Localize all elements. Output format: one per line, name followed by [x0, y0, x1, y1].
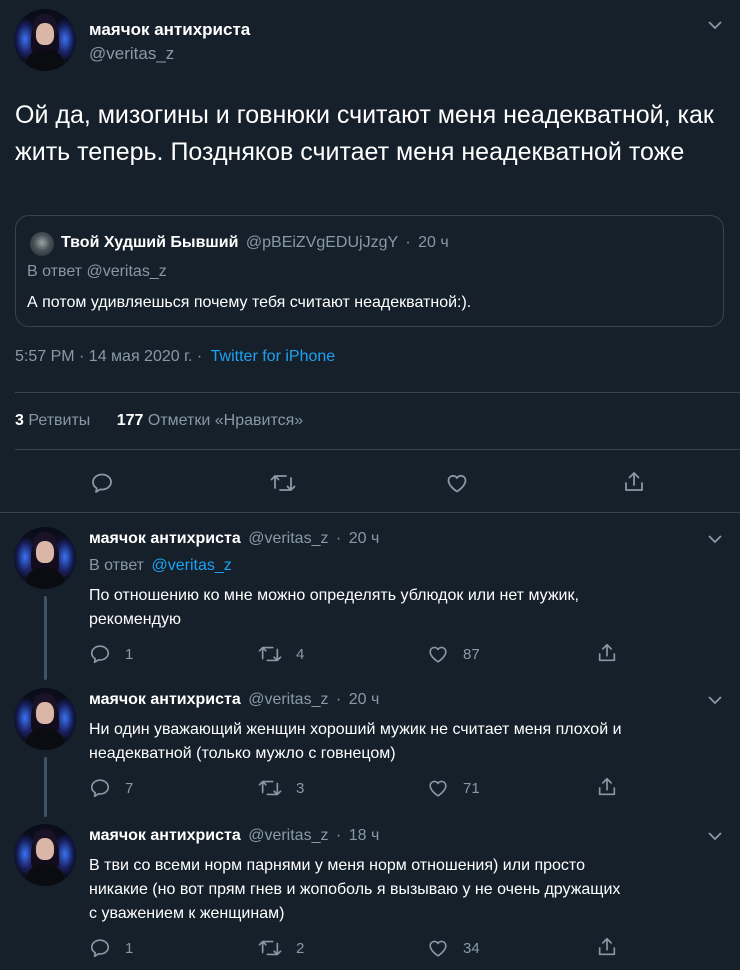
share-icon	[598, 777, 616, 796]
tweet-time[interactable]: 18 ч	[349, 827, 380, 844]
quoted-author-handle: @pBEiZVgEDUjJzgY	[245, 234, 398, 251]
divider	[15, 449, 740, 450]
quoted-text: А потом удивляешься почему тебя считают …	[27, 294, 472, 311]
author-name[interactable]: маячок антихриста	[89, 827, 241, 844]
retweet-count: 3	[296, 779, 305, 797]
like-icon	[429, 646, 447, 663]
reply-icon	[90, 779, 110, 798]
reply-icon	[90, 645, 110, 664]
chevron-down-icon[interactable]	[708, 20, 722, 30]
retweet-button[interactable]: 4	[258, 643, 304, 665]
avatar[interactable]	[14, 688, 76, 750]
quoted-reply-label: В ответ @veritas_z	[27, 263, 167, 280]
reply-count: 1	[125, 939, 134, 957]
like-icon	[429, 780, 447, 797]
reply-to-link[interactable]: @veritas_z	[151, 557, 231, 574]
retweet-icon	[258, 646, 282, 662]
reply-icon	[92, 473, 112, 493]
reply-icon	[90, 939, 110, 958]
tweet-time[interactable]: 20 ч	[349, 691, 380, 708]
separator: ·	[335, 530, 342, 547]
author-name[interactable]: маячок антихриста	[89, 530, 241, 547]
share-icon	[625, 472, 643, 491]
retweets-stat[interactable]: 3 Ретвиты	[15, 412, 95, 429]
tweet-text: Ни один уважающий женщин хороший мужик н…	[89, 718, 729, 766]
retweet-button[interactable]	[270, 471, 296, 495]
author-handle[interactable]: @veritas_z	[248, 691, 328, 708]
tweet-text-line: рекомендую	[89, 611, 181, 628]
reply-button[interactable]: 1	[89, 643, 133, 665]
likes-stat[interactable]: 177 Отметки «Нравится»	[117, 412, 303, 429]
retweet-button[interactable]: 3	[258, 777, 304, 799]
tweet-text: В тви со всеми норм парнями у меня норм …	[89, 854, 734, 926]
like-count: 34	[463, 939, 480, 957]
reply-count: 7	[125, 779, 134, 797]
retweets-label: Ретвиты	[28, 412, 91, 429]
share-icon	[598, 937, 616, 956]
retweet-button[interactable]: 2	[258, 937, 304, 959]
author-name[interactable]: маячок антихриста	[89, 20, 250, 40]
reply-prefix: В ответ	[89, 557, 145, 574]
tweet-time[interactable]: 20 ч	[349, 530, 380, 547]
quoted-author-name: Твой Худший Бывший	[61, 234, 239, 251]
like-count: 71	[463, 779, 480, 797]
like-button[interactable]: 71	[427, 777, 480, 799]
author-handle[interactable]: @veritas_z	[248, 827, 328, 844]
tweet-text-line: никакие (но вот прям гнев и жопоболь я в…	[89, 881, 621, 898]
reply-button[interactable]: 1	[89, 937, 133, 959]
chevron-down-icon[interactable]	[708, 695, 722, 705]
share-button[interactable]	[596, 642, 618, 664]
thread-line	[44, 596, 47, 680]
author-name[interactable]: маячок антихриста	[89, 691, 241, 708]
retweets-count: 3	[15, 412, 24, 429]
avatar[interactable]	[14, 824, 76, 886]
like-icon	[447, 474, 467, 493]
quoted-avatar	[30, 232, 54, 256]
share-icon	[598, 643, 616, 662]
quoted-tweet[interactable]: Твой Худший Бывший @pBEiZVgEDUjJzgY · 20…	[15, 215, 724, 327]
tweet-timestamp[interactable]: 5:57 PM · 14 мая 2020 г. ·	[15, 348, 202, 365]
chevron-down-icon[interactable]	[708, 831, 722, 841]
author-handle[interactable]: @veritas_z	[89, 44, 174, 64]
tweet-source-link[interactable]: Twitter for iPhone	[211, 348, 336, 365]
retweet-icon	[258, 940, 282, 956]
like-icon	[429, 940, 447, 957]
quoted-separator: ·	[405, 234, 411, 251]
tweet-text-line: В тви со всеми норм парнями у меня норм …	[89, 857, 585, 874]
tweet-text: По отношению ко мне можно определять убл…	[89, 584, 729, 632]
retweet-icon	[258, 780, 282, 796]
thread-line	[44, 757, 47, 817]
tweet-text-line: с уважением к женщинам)	[89, 905, 285, 922]
retweet-count: 2	[296, 939, 305, 957]
divider	[0, 512, 740, 513]
like-button[interactable]: 34	[427, 937, 480, 959]
divider	[15, 392, 740, 393]
separator: ·	[335, 827, 342, 844]
reply-button[interactable]: 7	[89, 777, 133, 799]
likes-label: Отметки «Нравится»	[147, 412, 304, 429]
tweet-text: Ой да, мизогины и говнюки считают меня н…	[15, 101, 714, 166]
tweet-text-line: Ни один уважающий женщин хороший мужик н…	[89, 721, 622, 738]
reply-button[interactable]	[90, 471, 114, 495]
tweet-text-line: неадекватной (только мужло с говнецом)	[89, 745, 396, 762]
retweet-count: 4	[296, 645, 305, 663]
like-count: 87	[463, 645, 480, 663]
separator: ·	[335, 691, 342, 708]
reply-count: 1	[125, 645, 134, 663]
share-button[interactable]	[596, 776, 618, 798]
like-button[interactable]: 87	[427, 643, 480, 665]
tweet-text-line: По отношению ко мне можно определять убл…	[89, 587, 579, 604]
avatar[interactable]	[14, 527, 76, 589]
like-button[interactable]	[445, 471, 469, 495]
quoted-time: 20 ч	[418, 234, 449, 251]
share-button[interactable]	[622, 470, 646, 494]
tweet-stats: 3 Ретвиты 177 Отметки «Нравится»	[15, 412, 303, 430]
avatar[interactable]	[14, 9, 76, 71]
share-button[interactable]	[596, 936, 618, 958]
chevron-down-icon[interactable]	[708, 534, 722, 544]
likes-count: 177	[116, 412, 144, 429]
retweet-icon	[270, 475, 296, 491]
author-handle[interactable]: @veritas_z	[248, 530, 328, 547]
